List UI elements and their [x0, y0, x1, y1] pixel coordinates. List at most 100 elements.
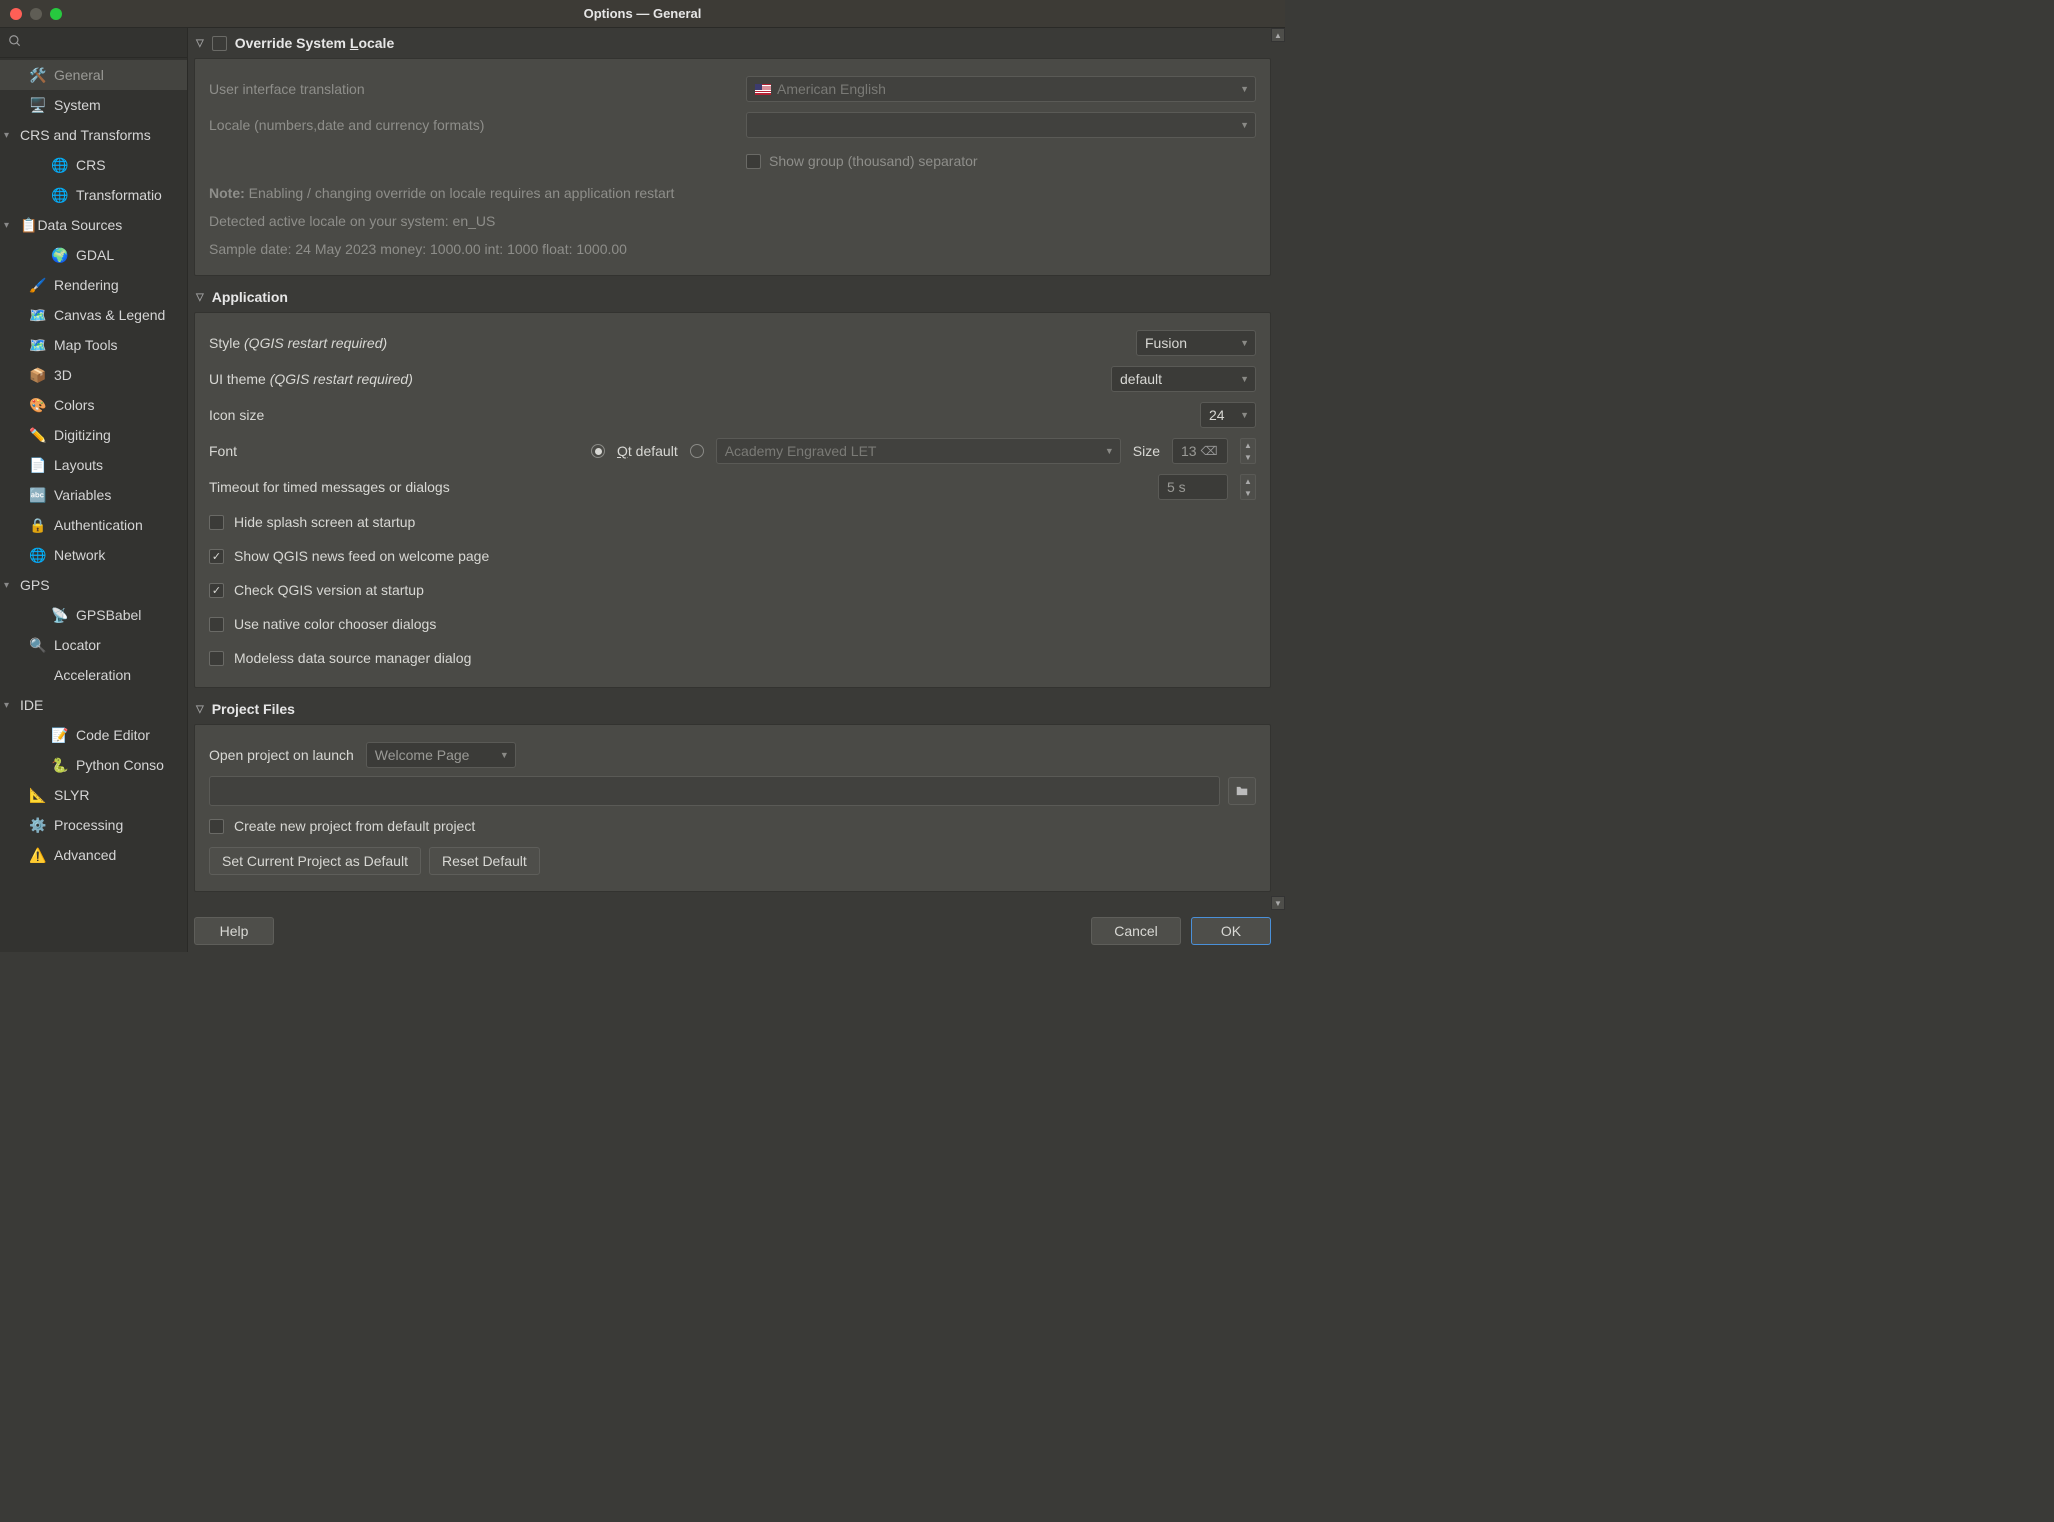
- override-locale-checkbox[interactable]: [212, 36, 227, 51]
- sidebar-item-icon: 🐍: [50, 757, 70, 774]
- sidebar-item-icon: 🗺️: [28, 337, 48, 354]
- section-header-project[interactable]: ▽ Project Files: [194, 694, 1271, 724]
- help-button[interactable]: Help: [194, 917, 274, 945]
- sidebar-item[interactable]: 📄Layouts: [0, 450, 187, 480]
- font-family-select[interactable]: Academy Engraved LET▼: [716, 438, 1121, 464]
- sidebar-item[interactable]: 🖌️Rendering: [0, 270, 187, 300]
- native-color-checkbox[interactable]: [209, 617, 224, 632]
- clear-icon[interactable]: ⌫: [1201, 444, 1218, 458]
- news-feed-checkbox[interactable]: [209, 549, 224, 564]
- hide-splash-checkbox[interactable]: [209, 515, 224, 530]
- sidebar-group-label: Data Sources: [37, 217, 122, 233]
- spin-down-icon[interactable]: ▼: [1241, 487, 1255, 499]
- sidebar-item-label: Digitizing: [54, 427, 111, 443]
- zoom-window-button[interactable]: [50, 8, 62, 20]
- section-header-application[interactable]: ▽ Application: [194, 282, 1271, 312]
- locale-sample: Sample date: 24 May 2023 money: 1000.00 …: [209, 235, 1256, 263]
- sidebar-item-icon: 🖥️: [28, 97, 48, 114]
- timeout-input[interactable]: 5 s: [1158, 474, 1228, 500]
- sidebar-item[interactable]: ⚙️Processing: [0, 810, 187, 840]
- section-header-locale[interactable]: ▽ Override System Locale: [194, 28, 1271, 58]
- sidebar-item[interactable]: 🛠️General: [0, 60, 187, 90]
- sidebar-item-label: Locator: [54, 637, 101, 653]
- icon-size-select[interactable]: 24▼: [1200, 402, 1256, 428]
- sidebar-group-label: IDE: [20, 697, 43, 713]
- disclosure-icon: ▽: [196, 38, 204, 49]
- sidebar-item[interactable]: 🔒Authentication: [0, 510, 187, 540]
- sidebar-item[interactable]: 🌐Transformatio: [0, 180, 187, 210]
- font-custom-radio[interactable]: [690, 444, 704, 458]
- sidebar-item[interactable]: 🖥️System: [0, 90, 187, 120]
- theme-select[interactable]: default▼: [1111, 366, 1256, 392]
- flag-us-icon: [755, 84, 771, 95]
- sidebar-item[interactable]: 📐SLYR: [0, 780, 187, 810]
- sidebar-item-icon: 🌐: [50, 187, 70, 204]
- sidebar-item[interactable]: 🗺️Map Tools: [0, 330, 187, 360]
- ui-translation-label: User interface translation: [209, 81, 734, 97]
- sidebar-group[interactable]: ▾GPS: [0, 570, 187, 600]
- spin-down-icon[interactable]: ▼: [1241, 451, 1255, 463]
- scroll-down-icon[interactable]: ▼: [1271, 896, 1285, 910]
- sidebar-item-icon: 🌐: [50, 157, 70, 174]
- locale-format-select[interactable]: ▼: [746, 112, 1256, 138]
- set-current-project-default-button[interactable]: Set Current Project as Default: [209, 847, 421, 875]
- scroll-up-icon[interactable]: ▲: [1271, 28, 1285, 42]
- sidebar-item[interactable]: 🔤Variables: [0, 480, 187, 510]
- sidebar-group[interactable]: ▾IDE: [0, 690, 187, 720]
- project-path-input[interactable]: [209, 776, 1220, 806]
- disclosure-icon: ▾: [4, 220, 20, 231]
- sidebar-item[interactable]: 🌐Network: [0, 540, 187, 570]
- sidebar-item[interactable]: 📡GPSBabel: [0, 600, 187, 630]
- spin-up-icon[interactable]: ▲: [1241, 475, 1255, 487]
- font-qt-default-radio[interactable]: [591, 444, 605, 458]
- locale-note: Note: Enabling / changing override on lo…: [209, 179, 1256, 207]
- font-size-spinner[interactable]: ▲▼: [1240, 438, 1256, 464]
- sidebar-item[interactable]: 🗺️Canvas & Legend: [0, 300, 187, 330]
- search-input[interactable]: [28, 35, 204, 50]
- open-project-select[interactable]: Welcome Page▼: [366, 742, 516, 768]
- sidebar-item-icon: 📐: [28, 787, 48, 804]
- ok-button[interactable]: OK: [1191, 917, 1271, 945]
- sidebar-item-label: Processing: [54, 817, 123, 833]
- create-default-project-checkbox[interactable]: [209, 819, 224, 834]
- cancel-button[interactable]: Cancel: [1091, 917, 1181, 945]
- ui-translation-select[interactable]: American English ▼: [746, 76, 1256, 102]
- native-color-label: Use native color chooser dialogs: [234, 616, 436, 632]
- sidebar-item-label: 3D: [54, 367, 72, 383]
- section-body-project: Open project on launch Welcome Page▼ Cre…: [194, 724, 1271, 892]
- reset-default-button[interactable]: Reset Default: [429, 847, 540, 875]
- sidebar-item[interactable]: Acceleration: [0, 660, 187, 690]
- style-label: Style (QGIS restart required): [209, 335, 1124, 351]
- sidebar-item[interactable]: ✏️Digitizing: [0, 420, 187, 450]
- style-select[interactable]: Fusion▼: [1136, 330, 1256, 356]
- chevron-down-icon: ▼: [1240, 374, 1249, 384]
- sidebar-item[interactable]: 🔍Locator: [0, 630, 187, 660]
- sidebar-item-label: Acceleration: [54, 667, 131, 683]
- sidebar-group[interactable]: ▾📋Data Sources: [0, 210, 187, 240]
- sidebar-item[interactable]: 📝Code Editor: [0, 720, 187, 750]
- modeless-dsm-checkbox[interactable]: [209, 651, 224, 666]
- timeout-spinner[interactable]: ▲▼: [1240, 474, 1256, 500]
- sidebar-item[interactable]: ⚠️Advanced: [0, 840, 187, 870]
- close-window-button[interactable]: [10, 8, 22, 20]
- check-version-checkbox[interactable]: [209, 583, 224, 598]
- font-size-input[interactable]: 13⌫: [1172, 438, 1228, 464]
- sidebar-item[interactable]: 🌍GDAL: [0, 240, 187, 270]
- sidebar-group[interactable]: ▾CRS and Transforms: [0, 120, 187, 150]
- sidebar-item[interactable]: 🌐CRS: [0, 150, 187, 180]
- dialog-footer: Help Cancel OK: [188, 910, 1285, 952]
- thousand-separator-checkbox[interactable]: [746, 154, 761, 169]
- section-title-project: Project Files: [212, 701, 295, 717]
- browse-folder-button[interactable]: [1228, 777, 1256, 805]
- open-project-label: Open project on launch: [209, 747, 354, 763]
- sidebar-item[interactable]: 📦 3D: [0, 360, 187, 390]
- sidebar-item-icon: 📦: [28, 367, 48, 384]
- sidebar-item[interactable]: 🐍Python Conso: [0, 750, 187, 780]
- sidebar-item-icon: 🌐: [28, 547, 48, 564]
- modeless-dsm-label: Modeless data source manager dialog: [234, 650, 471, 666]
- sidebar-item[interactable]: 🎨Colors: [0, 390, 187, 420]
- vertical-scrollbar[interactable]: ▲ ▼: [1271, 28, 1285, 910]
- search-icon: [8, 34, 22, 51]
- minimize-window-button[interactable]: [30, 8, 42, 20]
- spin-up-icon[interactable]: ▲: [1241, 439, 1255, 451]
